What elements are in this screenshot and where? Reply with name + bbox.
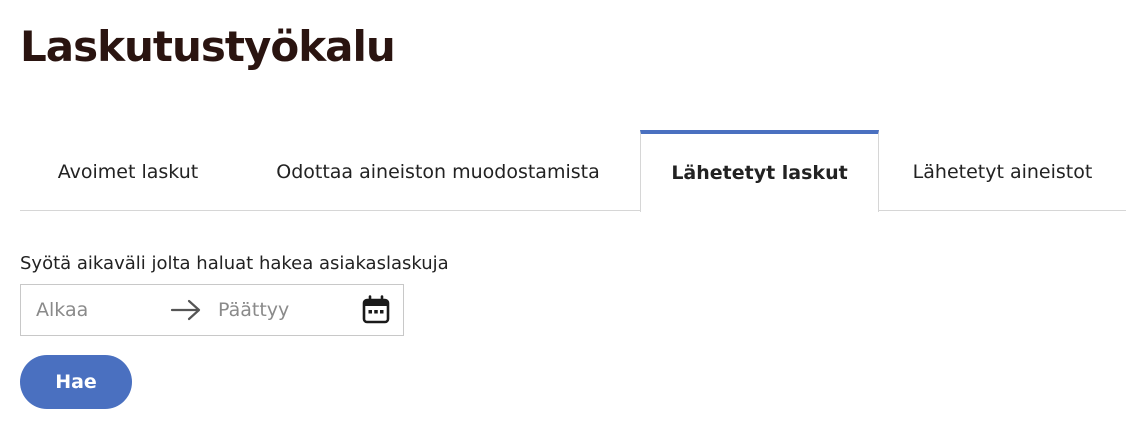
calendar-icon[interactable] [361, 295, 391, 325]
tab-odottaa-aineiston-muodostamista[interactable]: Odottaa aineiston muodostamista [236, 130, 640, 211]
tab-lahetetyt-aineistot[interactable]: Lähetetyt aineistot [879, 130, 1126, 211]
date-range-label: Syötä aikaväli jolta haluat hakea asiaka… [20, 253, 449, 274]
page-title: Laskutustyökalu [20, 22, 396, 71]
end-date-input[interactable] [218, 285, 348, 335]
tab-avoimet-laskut[interactable]: Avoimet laskut [20, 130, 236, 211]
arrow-right-icon [170, 299, 201, 321]
search-button[interactable]: Hae [20, 355, 132, 409]
tab-bar: Avoimet laskut Odottaa aineiston muodost… [20, 130, 1126, 212]
date-range-picker [20, 284, 404, 336]
start-date-input[interactable] [36, 285, 166, 335]
tab-lahetetyt-laskut[interactable]: Lähetetyt laskut [640, 130, 879, 212]
